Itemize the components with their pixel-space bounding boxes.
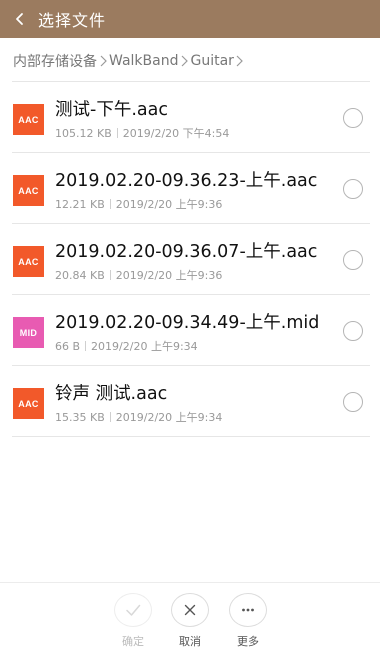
select-radio[interactable] [343,108,363,128]
file-row[interactable]: AAC 2019.02.20-09.36.23-上午.aac 12.21 KB … [0,153,380,224]
select-radio[interactable] [343,321,363,341]
confirm-circle [114,593,152,627]
aac-file-icon: AAC [13,104,44,135]
close-icon [184,604,196,616]
file-size: 15.35 KB [55,410,105,424]
select-radio[interactable] [343,392,363,412]
file-picker-screen: 选择文件 内部存储设备 WalkBand Guitar AAC 测试-下午.aa… [0,0,380,651]
check-icon [126,604,141,616]
aac-file-icon: AAC [13,388,44,419]
title-bar: 选择文件 [0,0,380,38]
file-meta: 105.12 KB 2019/2/20 下午4:54 [55,125,229,141]
meta-divider [85,341,87,351]
file-row[interactable]: AAC 铃声 测试.aac 15.35 KB 2019/2/20 上午9:34 [0,366,380,437]
file-row[interactable]: AAC 2019.02.20-09.36.07-上午.aac 20.84 KB … [0,224,380,295]
file-name: 2019.02.20-09.34.49-上午.mid [55,313,320,333]
file-name: 铃声 测试.aac [55,384,168,404]
file-row[interactable]: AAC 测试-下午.aac 105.12 KB 2019/2/20 下午4:54 [0,82,380,153]
midi-file-icon: MID [13,317,44,348]
file-name: 2019.02.20-09.36.07-上午.aac [55,242,318,262]
file-row[interactable]: MID 2019.02.20-09.34.49-上午.mid 66 B 2019… [0,295,380,366]
file-date: 2019/2/20 上午9:36 [115,269,223,282]
breadcrumb-item-guitar[interactable]: Guitar [190,53,233,69]
file-date: 2019/2/20 上午9:34 [115,411,223,424]
file-size: 20.84 KB [55,268,105,282]
more-label: 更多 [237,635,259,648]
breadcrumb-item-internal-storage[interactable]: 内部存储设备 [13,51,97,71]
page-title: 选择文件 [38,11,107,30]
file-meta: 66 B 2019/2/20 上午9:34 [55,338,198,354]
meta-divider [116,128,118,138]
meta-divider [109,270,111,280]
file-name: 测试-下午.aac [55,100,168,120]
file-meta: 12.21 KB 2019/2/20 上午9:36 [55,196,222,212]
chevron-right-icon [234,55,246,67]
bottom-action-bar: 确定 取消 更多 [0,582,380,651]
breadcrumb-item-walkband[interactable]: WalkBand [109,53,178,69]
file-name: 2019.02.20-09.36.23-上午.aac [55,171,318,191]
aac-file-icon: AAC [13,175,44,206]
breadcrumb: 内部存储设备 WalkBand Guitar [13,50,246,72]
confirm-button[interactable]: 确定 [103,593,163,649]
cancel-label: 取消 [179,635,201,648]
cancel-circle [171,593,209,627]
chevron-right-icon [97,55,109,67]
meta-divider [109,412,111,422]
select-radio[interactable] [343,250,363,270]
more-dots-icon [242,608,254,612]
more-button[interactable]: 更多 [218,593,278,649]
file-size: 12.21 KB [55,197,105,211]
select-radio[interactable] [343,179,363,199]
file-meta: 15.35 KB 2019/2/20 上午9:34 [55,409,222,425]
more-circle [229,593,267,627]
file-size: 66 B [55,339,81,353]
aac-file-icon: AAC [13,246,44,277]
chevron-right-icon [178,55,190,67]
back-button[interactable] [0,0,40,38]
file-date: 2019/2/20 上午9:34 [91,340,198,353]
file-list: AAC 测试-下午.aac 105.12 KB 2019/2/20 下午4:54… [0,82,380,437]
file-size: 105.12 KB [55,126,112,140]
meta-divider [109,199,111,209]
file-meta: 20.84 KB 2019/2/20 上午9:36 [55,267,222,283]
chevron-left-icon [16,13,23,25]
file-date: 2019/2/20 上午9:36 [115,198,223,211]
file-date: 2019/2/20 下午4:54 [122,127,230,140]
cancel-button[interactable]: 取消 [160,593,220,649]
confirm-label: 确定 [122,635,144,648]
